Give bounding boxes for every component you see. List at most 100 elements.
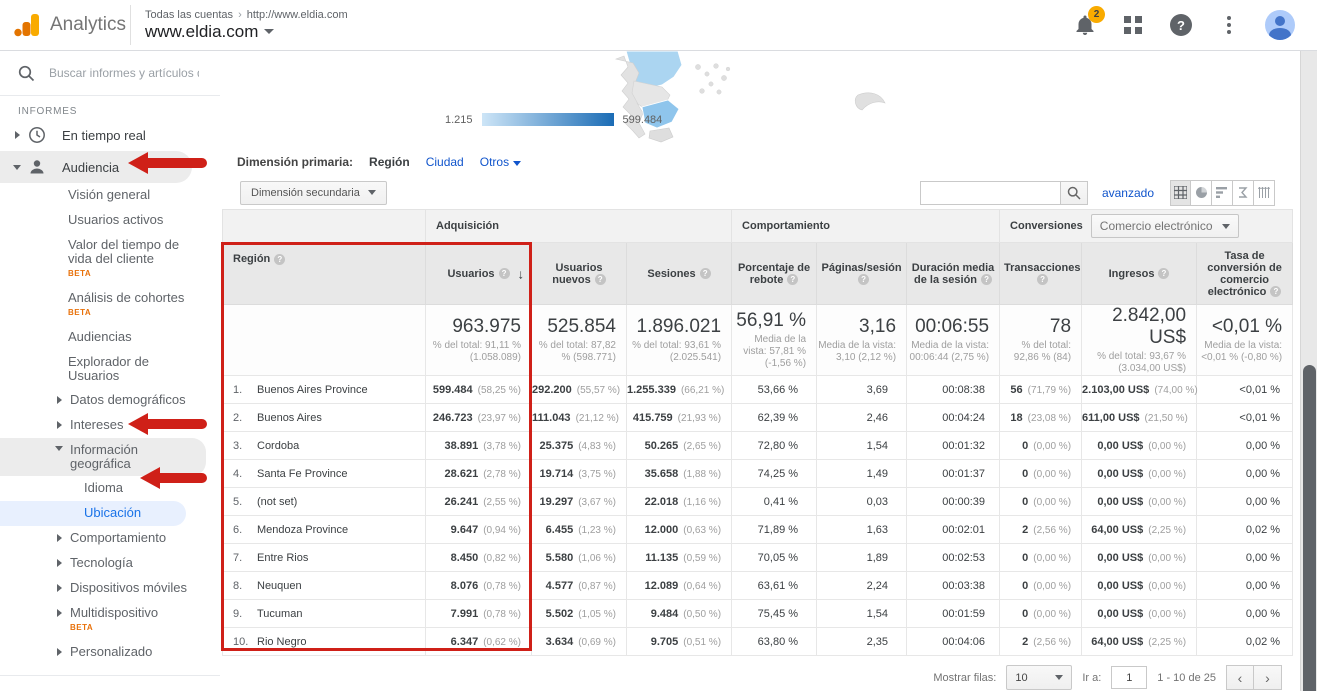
help-icon[interactable]	[787, 274, 798, 285]
region-link[interactable]: Rio Negro	[257, 636, 307, 648]
sidebar-item-user-explorer[interactable]: Explorador de Usuarios	[0, 350, 220, 388]
column-header-users[interactable]: Usuarios	[426, 243, 532, 305]
sidebar-item-audiences[interactable]: Audiencias	[0, 325, 220, 350]
chevron-right-icon	[57, 534, 62, 542]
sidebar-item-custom[interactable]: Personalizado	[0, 640, 220, 665]
sidebar-item-realtime[interactable]: En tiempo real	[0, 119, 220, 151]
geo-map-panel[interactable]: 1.215 599.484	[220, 51, 1300, 148]
region-link[interactable]: Entre Rios	[257, 552, 308, 564]
group-behavior: Comportamiento	[732, 210, 1000, 243]
sidebar-item-technology[interactable]: Tecnología	[0, 551, 220, 576]
breadcrumb-property[interactable]: http://www.eldia.com	[247, 9, 348, 21]
cell-conv-rate: 0,00 %	[1197, 488, 1293, 516]
column-header-sessions[interactable]: Sesiones	[627, 243, 732, 305]
help-icon[interactable]	[700, 268, 711, 279]
sidebar-item-interests[interactable]: Intereses	[0, 413, 220, 438]
geo-map[interactable]	[380, 51, 900, 147]
column-header-transactions[interactable]: Transacciones	[1000, 243, 1082, 305]
cell-sessions: 1.255.339(66,21 %)	[627, 376, 732, 404]
help-icon[interactable]	[858, 274, 869, 285]
cell-conv-rate: 0,00 %	[1197, 544, 1293, 572]
sidebar-item-cohort-analysis[interactable]: Análisis de cohortesBETA	[0, 286, 220, 325]
help-icon[interactable]	[499, 268, 510, 279]
chevron-down-icon	[368, 190, 376, 195]
sidebar-item-geo[interactable]: Información geográfica	[0, 438, 206, 476]
column-header-conv-rate[interactable]: Tasa de conversión de comercio electróni…	[1197, 243, 1293, 305]
conversions-type-select[interactable]: Comercio electrónico	[1091, 214, 1239, 238]
view-pivot-button[interactable]	[1254, 180, 1275, 206]
region-link[interactable]: Neuquen	[257, 580, 302, 592]
sidebar-item-lifetime-value[interactable]: Valor del tiempo de vida del clienteBETA	[0, 233, 220, 286]
view-performance-button[interactable]	[1212, 180, 1233, 206]
cell-duration: 00:01:37	[907, 460, 1000, 488]
sidebar-item-language[interactable]: Idioma	[0, 476, 220, 501]
pivot-icon	[1258, 186, 1271, 199]
column-header-pages[interactable]: Páginas/sesión	[817, 243, 907, 305]
column-header-revenue[interactable]: Ingresos	[1082, 243, 1197, 305]
user-avatar[interactable]	[1265, 10, 1295, 40]
view-table-button[interactable]	[1170, 180, 1191, 206]
sidebar-item-behavior[interactable]: Comportamiento	[0, 526, 220, 551]
sidebar-search-input[interactable]	[49, 66, 199, 80]
sidebar-item-demographics[interactable]: Datos demográficos	[0, 388, 220, 413]
column-header-bounce[interactable]: Porcentaje de rebote	[732, 243, 817, 305]
region-link[interactable]: Mendoza Province	[257, 524, 348, 536]
scrollbar-thumb[interactable]	[1303, 365, 1316, 691]
help-icon[interactable]	[981, 274, 992, 285]
breadcrumb-all-accounts[interactable]: Todas las cuentas	[145, 9, 233, 21]
next-page-button[interactable]	[1254, 665, 1282, 690]
region-link[interactable]: Santa Fe Province	[257, 468, 348, 480]
vertical-scrollbar[interactable]	[1300, 51, 1317, 691]
apps-menu-button[interactable]	[1121, 13, 1145, 37]
more-menu-button[interactable]	[1217, 13, 1241, 37]
sidebar-item-location[interactable]: Ubicación	[0, 501, 186, 526]
help-icon[interactable]	[1158, 268, 1169, 279]
region-link[interactable]: (not set)	[257, 496, 297, 508]
help-icon[interactable]	[1037, 274, 1048, 285]
prev-page-button[interactable]	[1226, 665, 1254, 690]
help-icon[interactable]	[595, 274, 606, 285]
cell-revenue: 2.103,00 US$(74,00 %)	[1082, 376, 1197, 404]
cell-conv-rate: 0,02 %	[1197, 516, 1293, 544]
notifications-button[interactable]: 2	[1073, 13, 1097, 37]
chevron-right-icon	[57, 559, 62, 567]
cell-transactions: 0(0,00 %)	[1000, 600, 1082, 628]
sidebar-item-active-users[interactable]: Usuarios activos	[0, 208, 220, 233]
cell-region: 3.Cordoba	[223, 432, 426, 460]
column-header-region[interactable]: Región	[223, 243, 426, 305]
sidebar-search[interactable]	[0, 51, 220, 96]
advanced-filter-link[interactable]: avanzado	[1102, 186, 1154, 200]
sidebar-item-overview[interactable]: Visión general	[0, 183, 220, 208]
legend-min: 1.215	[445, 114, 473, 126]
help-icon[interactable]	[1270, 286, 1281, 297]
region-link[interactable]: Cordoba	[257, 440, 299, 452]
help-icon[interactable]	[274, 254, 285, 265]
view-percentage-button[interactable]	[1191, 180, 1212, 206]
account-name[interactable]: www.eldia.com	[145, 22, 258, 42]
region-link[interactable]: Tucuman	[257, 608, 302, 620]
column-header-duration[interactable]: Duración media de la sesión	[907, 243, 1000, 305]
cell-pages: 1,89	[817, 544, 907, 572]
sidebar-item-attribution[interactable]: AtribuciónBETA	[0, 684, 220, 691]
column-header-new-users[interactable]: Usuarios nuevos	[532, 243, 627, 305]
sidebar-section-label: INFORMES	[0, 96, 220, 119]
secondary-dimension-button[interactable]: Dimensión secundaria	[240, 181, 387, 205]
account-selector[interactable]: Todas las cuentas › http://www.eldia.com…	[130, 5, 348, 45]
table-row: 10.Rio Negro 6.347(0,62 %) 3.634(0,69 %)…	[223, 628, 1293, 656]
summary-new-users: 525.854% del total: 87,82 % (598.771)	[532, 305, 627, 376]
help-button[interactable]	[1169, 13, 1193, 37]
table-search-button[interactable]	[1060, 181, 1088, 205]
table-search-input[interactable]	[920, 181, 1060, 205]
goto-page-input[interactable]	[1111, 666, 1147, 689]
cell-region: 1.Buenos Aires Province	[223, 376, 426, 404]
dimension-tab-city[interactable]: Ciudad	[426, 155, 464, 169]
sidebar-item-cross-device[interactable]: MultidispositivoBETA	[0, 601, 220, 640]
dimension-tab-other[interactable]: Otros	[480, 155, 521, 169]
sidebar-item-audience[interactable]: Audiencia	[0, 151, 192, 183]
view-comparison-button[interactable]	[1233, 180, 1254, 206]
sidebar-item-mobile[interactable]: Dispositivos móviles	[0, 576, 220, 601]
region-link[interactable]: Buenos Aires	[257, 412, 322, 424]
dimension-tab-region[interactable]: Región	[369, 155, 410, 169]
rows-per-page-select[interactable]: 10	[1006, 665, 1072, 690]
region-link[interactable]: Buenos Aires Province	[257, 384, 368, 396]
